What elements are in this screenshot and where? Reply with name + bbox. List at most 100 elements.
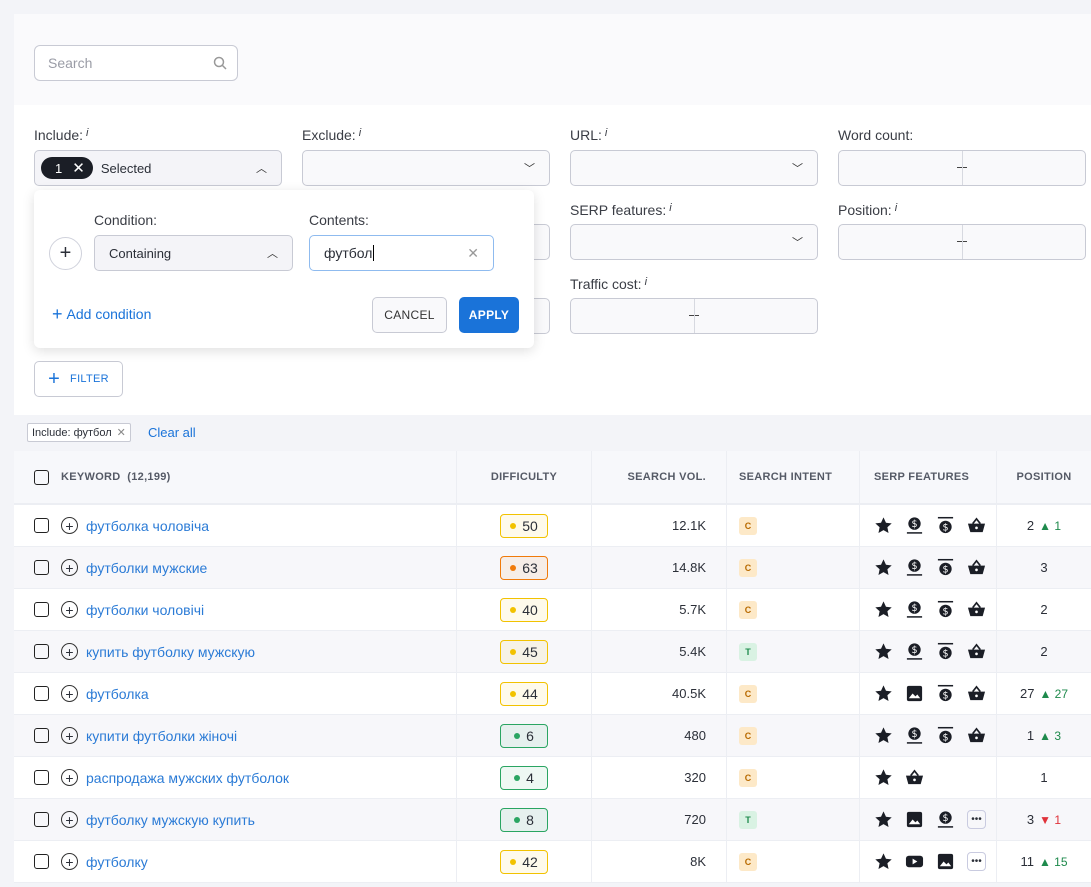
add-keyword-icon[interactable]: + (61, 853, 78, 870)
serp-features-dropdown[interactable]: ﹀ (570, 224, 818, 260)
word-count-range[interactable] (838, 150, 1086, 186)
search-volume: 720 (592, 799, 727, 840)
row-checkbox[interactable] (34, 686, 49, 701)
row-checkbox[interactable] (34, 644, 49, 659)
table-row: + футболка 44 40.5K C $ 27 ▲ 27 (14, 673, 1091, 715)
search-placeholder: Search (48, 55, 93, 71)
position-value: 2 (1040, 644, 1048, 659)
url-label: URL: i (570, 127, 608, 143)
position-value: 27 (1019, 686, 1035, 701)
clear-icon[interactable]: ✕ (467, 245, 479, 262)
star-icon (874, 768, 893, 787)
basket-icon (967, 558, 986, 577)
position-change: ▲ 1 (1039, 518, 1062, 533)
search-input[interactable]: Search (34, 45, 238, 81)
svg-text:$: $ (942, 690, 948, 701)
cancel-button[interactable]: CANCEL (372, 297, 447, 333)
exclude-dropdown[interactable]: ﹀ (302, 150, 550, 186)
difficulty-badge: 8 (500, 807, 548, 832)
url-dropdown[interactable]: ﹀ (570, 150, 818, 186)
keyword-link[interactable]: футболку (86, 854, 148, 870)
difficulty-badge: 63 (500, 555, 548, 580)
position-value: 1 (1026, 728, 1035, 743)
row-checkbox[interactable] (34, 854, 49, 869)
svg-text:$: $ (942, 564, 948, 575)
plus-icon: + (52, 304, 63, 324)
row-checkbox[interactable] (34, 602, 49, 617)
info-icon: i (86, 127, 89, 139)
intent-badge: T (739, 642, 757, 661)
keyword-link[interactable]: распродажа мужских футболок (86, 770, 289, 786)
add-condition-link[interactable]: + Add condition (52, 304, 151, 324)
serp-features-header[interactable]: SERP FEATURES (860, 451, 997, 503)
intent-badge: C (739, 516, 757, 535)
remove-tag-icon[interactable]: ✕ (117, 426, 126, 439)
row-checkbox[interactable] (34, 518, 49, 533)
more-features-icon[interactable]: ••• (967, 810, 986, 829)
basket-icon (967, 516, 986, 535)
basket-icon (967, 684, 986, 703)
keyword-link[interactable]: футболки мужские (86, 560, 207, 576)
dollar-top-icon: $ (936, 558, 955, 577)
info-icon: i (358, 127, 362, 139)
search-volume: 5.7K (592, 589, 727, 630)
more-features-icon[interactable]: ••• (967, 852, 986, 871)
search-vol-header[interactable]: SEARCH VOL. (592, 451, 727, 503)
keyword-header[interactable]: KEYWORD (61, 471, 121, 483)
clear-all-link[interactable]: Clear all (148, 425, 196, 440)
apply-button[interactable]: APPLY (459, 297, 519, 333)
svg-text:$: $ (911, 729, 917, 740)
star-icon (874, 600, 893, 619)
search-volume: 480 (592, 715, 727, 756)
add-keyword-icon[interactable]: + (61, 559, 78, 576)
include-condition-popup: Condition: Contents: + Containing ︿ футбо… (34, 190, 534, 348)
close-icon[interactable]: ✕ (72, 159, 85, 177)
add-group-plus-icon[interactable]: + (49, 237, 82, 270)
intent-badge: T (739, 810, 757, 829)
word-count-label: Word count: (838, 127, 914, 143)
contents-input[interactable]: футбол ✕ (309, 235, 494, 271)
include-dropdown[interactable]: 1 ✕ Selected ︿ (34, 150, 282, 186)
chevron-up-icon: ︿ (256, 163, 267, 175)
keyword-link[interactable]: футболки чоловічі (86, 602, 204, 618)
position-value: 11 (1020, 854, 1034, 869)
position-change: ▲ 27 (1039, 686, 1069, 701)
selected-count-chip[interactable]: 1 ✕ (41, 157, 93, 179)
star-icon (874, 684, 893, 703)
position-header[interactable]: POSITION (997, 451, 1091, 503)
dollar-top-icon: $ (936, 516, 955, 535)
keyword-link[interactable]: футболка (86, 686, 149, 702)
add-keyword-icon[interactable]: + (61, 685, 78, 702)
position-label: Position: i (838, 202, 898, 218)
row-checkbox[interactable] (34, 770, 49, 785)
difficulty-header[interactable]: DIFFICULTY (457, 451, 592, 503)
keyword-link[interactable]: купить футболку мужскую (86, 644, 255, 660)
position-change: ▲ 3 (1039, 728, 1062, 743)
keyword-link[interactable]: футболку мужскую купить (86, 812, 255, 828)
row-checkbox[interactable] (34, 812, 49, 827)
position-range[interactable] (838, 224, 1086, 260)
keyword-link[interactable]: футболка чоловіча (86, 518, 209, 534)
difficulty-badge: 44 (500, 681, 548, 706)
position-value: 3 (1026, 812, 1035, 827)
search-volume: 5.4K (592, 631, 727, 672)
traffic-cost-range[interactable] (570, 298, 818, 334)
add-keyword-icon[interactable]: + (61, 769, 78, 786)
add-keyword-icon[interactable]: + (61, 517, 78, 534)
row-checkbox[interactable] (34, 728, 49, 743)
search-volume: 12.1K (592, 505, 727, 546)
basket-icon (967, 600, 986, 619)
serp-features: $ ••• (860, 799, 997, 840)
select-all-checkbox[interactable] (34, 469, 49, 485)
add-keyword-icon[interactable]: + (61, 727, 78, 744)
video-icon (905, 852, 924, 871)
add-keyword-icon[interactable]: + (61, 643, 78, 660)
add-keyword-icon[interactable]: + (61, 601, 78, 618)
row-checkbox[interactable] (34, 560, 49, 575)
add-filter-button[interactable]: + FILTER (34, 361, 123, 397)
add-keyword-icon[interactable]: + (61, 811, 78, 828)
star-icon (874, 558, 893, 577)
keyword-link[interactable]: купити футболки жіночі (86, 728, 237, 744)
search-intent-header[interactable]: SEARCH INTENT (727, 451, 860, 503)
condition-dropdown[interactable]: Containing ︿ (94, 235, 293, 271)
